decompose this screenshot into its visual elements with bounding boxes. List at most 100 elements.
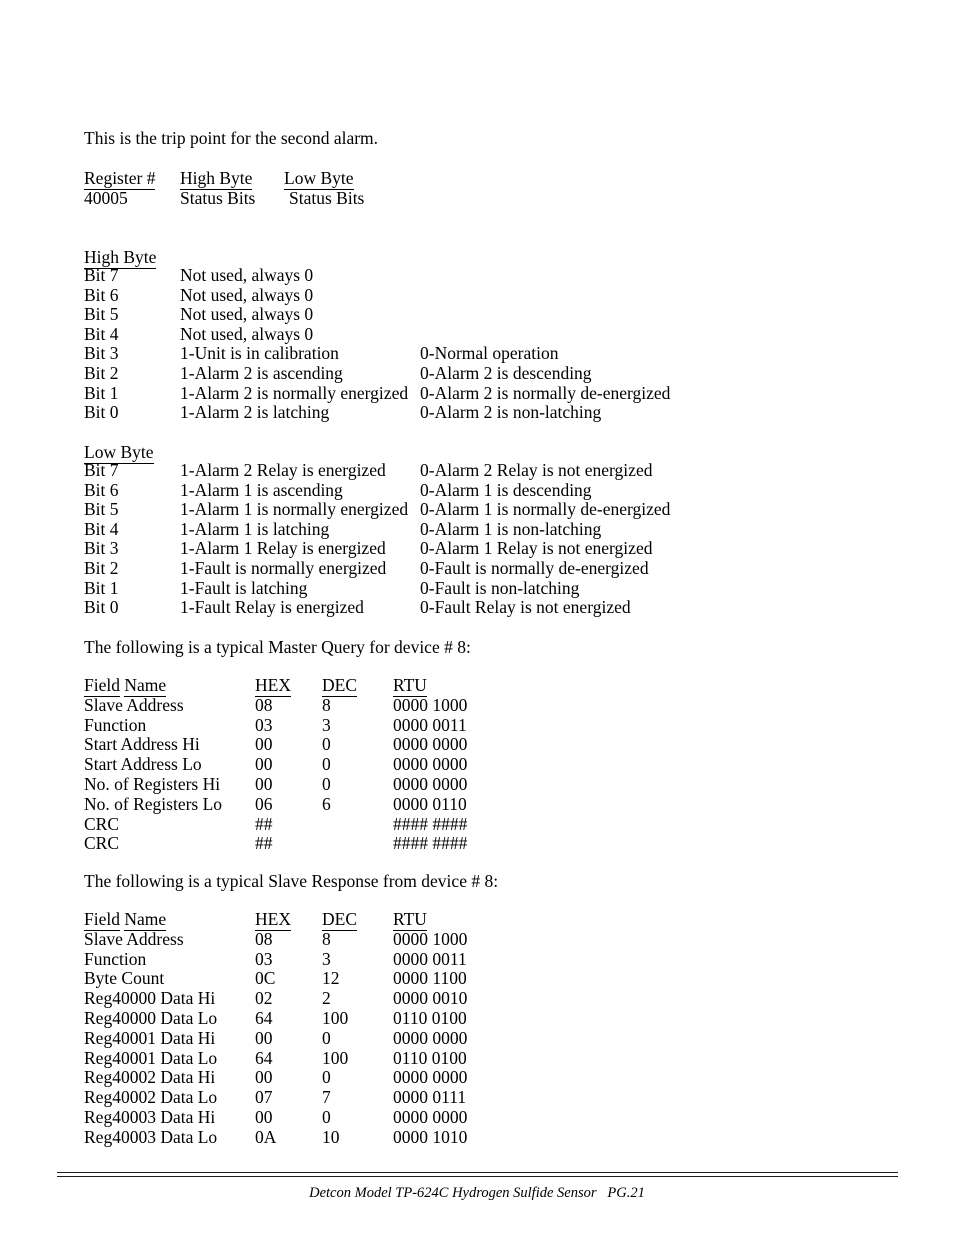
bit-label: Bit 6 [84, 284, 119, 305]
field-name-cell: Slave Address [84, 694, 184, 715]
hex-cell: 0C [255, 968, 276, 989]
hex-cell: 03 [255, 948, 273, 969]
document-page: This is the trip point for the second al… [0, 0, 954, 1235]
hex-cell: 00 [255, 1027, 273, 1048]
bit-one-description: 1-Alarm 2 Relay is energized [180, 460, 386, 480]
bit-zero-description: 0-Fault Relay is not energized [420, 597, 631, 618]
bit-zero-description: 0-Alarm 1 Relay is not energized [420, 538, 653, 559]
rtu-cell: 0110 0100 [393, 1007, 467, 1028]
bit-label: Bit 7 [84, 265, 119, 285]
bit-zero-description: 0-Alarm 2 Relay is not energized [420, 460, 653, 480]
field-name-cell: Start Address Hi [84, 734, 200, 755]
field-name-cell: Reg40001 Data Lo [84, 1047, 218, 1068]
hex-cell: 0A [255, 1126, 277, 1147]
bit-label: Bit 5 [84, 499, 119, 520]
field-name-cell: Reg40000 Data Lo [84, 1007, 218, 1028]
bit-zero-description: 0-Fault is non-latching [420, 577, 580, 598]
footer-divider [57, 1172, 898, 1177]
rtu-cell: 0000 1000 [393, 928, 468, 949]
dec-cell: 3 [322, 948, 331, 969]
hex-cell: 00 [255, 734, 273, 755]
field-name-cell: Reg40003 Data Lo [84, 1126, 218, 1147]
bit-label: Bit 5 [84, 304, 119, 325]
bit-zero-description: 0-Alarm 1 is non-latching [420, 518, 602, 539]
hex-cell: 08 [255, 928, 273, 949]
field-name-cell: Byte Count [84, 968, 165, 989]
field-name-cell: No. of Registers Hi [84, 773, 221, 794]
bit-label: Bit 4 [84, 518, 119, 539]
dec-cell: 100 [322, 1007, 349, 1028]
hex-cell: ## [255, 813, 273, 834]
field-name-cell: Reg40000 Data Hi [84, 988, 216, 1009]
rtu-cell: 0000 1010 [393, 1126, 468, 1147]
high-byte-header-cell: High Byte [180, 168, 253, 190]
dec-cell: 0 [322, 1027, 331, 1048]
bit-one-description: Not used, always 0 [180, 304, 314, 325]
field-name-cell: CRC [84, 813, 120, 834]
hex-header: HEX [255, 675, 291, 697]
hex-cell: 00 [255, 773, 273, 794]
dec-cell: 0 [322, 773, 331, 794]
bit-one-description: 1-Unit is in calibration [180, 343, 339, 364]
bit-label: Bit 4 [84, 323, 119, 344]
rtu-cell: #### #### [393, 813, 468, 834]
hex-cell: 00 [255, 1067, 273, 1088]
field-name-cell: Reg40002 Data Hi [84, 1067, 216, 1088]
rtu-cell: 0000 0011 [393, 714, 467, 735]
rtu-cell: 0000 1100 [393, 968, 467, 989]
bit-zero-description: 0-Alarm 2 is normally de-energized [420, 382, 671, 403]
field-name-cell: Function [84, 714, 147, 735]
high-byte-section-heading: High Byte [84, 247, 157, 269]
dec-cell: 100 [322, 1047, 349, 1068]
rtu-cell: 0000 0000 [393, 754, 468, 775]
hex-cell: 00 [255, 1106, 273, 1127]
bit-one-description: 1-Fault is latching [180, 577, 308, 598]
dec-cell: 2 [322, 988, 331, 1009]
bit-label: Bit 0 [84, 402, 119, 423]
rtu-cell: 0000 0000 [393, 1027, 468, 1048]
hex-cell: 64 [255, 1047, 273, 1068]
field-name-header: Field Name [84, 675, 167, 697]
bit-one-description: 1-Alarm 1 is latching [180, 518, 330, 539]
hex-cell: 07 [255, 1087, 273, 1108]
hex-cell: 08 [255, 694, 273, 715]
rtu-cell: 0000 0011 [393, 948, 467, 969]
high-byte-value-cell: Status Bits [180, 188, 256, 208]
field-name-cell: Slave Address [84, 928, 184, 949]
bit-one-description: 1-Alarm 2 is ascending [180, 362, 343, 383]
bit-one-description: 1-Alarm 2 is normally energized [180, 382, 409, 403]
dec-cell: 8 [322, 928, 331, 949]
rtu-cell: 0000 0000 [393, 773, 468, 794]
dec-cell: 3 [322, 714, 331, 735]
bit-one-description: Not used, always 0 [180, 265, 314, 285]
hex-cell: 00 [255, 754, 273, 775]
dec-cell: 0 [322, 754, 331, 775]
footer-caption: Detcon Model TP-624C Hydrogen Sulfide Se… [309, 1185, 645, 1201]
dec-cell: 7 [322, 1087, 331, 1108]
rtu-cell: 0000 0111 [393, 1087, 467, 1108]
field-name-header: Field Name [84, 909, 167, 931]
hex-cell: 03 [255, 714, 273, 735]
field-name-cell: Start Address Lo [84, 754, 202, 775]
bit-zero-description: 0-Alarm 1 is descending [420, 479, 592, 500]
rtu-cell: 0000 0000 [393, 734, 468, 755]
bit-label: Bit 2 [84, 557, 119, 578]
bit-zero-description: 0-Alarm 2 is descending [420, 362, 592, 383]
low-byte-value-cell: Status Bits [289, 188, 365, 208]
field-name-cell: CRC [84, 833, 120, 854]
dec-cell: 0 [322, 734, 331, 755]
low-byte-section-heading: Low Byte [84, 442, 154, 464]
hex-cell: 02 [255, 988, 273, 1009]
bit-label: Bit 1 [84, 382, 119, 403]
low-byte-header-cell: Low Byte [284, 168, 354, 190]
dec-cell: 10 [322, 1126, 340, 1147]
field-name-cell: Reg40001 Data Hi [84, 1027, 216, 1048]
dec-header: DEC [322, 909, 357, 931]
bit-one-description: 1-Alarm 2 is latching [180, 402, 330, 423]
field-name-cell: No. of Registers Lo [84, 793, 223, 814]
hex-cell: 64 [255, 1007, 273, 1028]
master-query-paragraph: The following is a typical Master Query … [84, 637, 471, 657]
rtu-cell: 0000 0010 [393, 988, 468, 1009]
bit-zero-description: 0-Normal operation [420, 343, 559, 364]
rtu-header: RTU [393, 675, 427, 697]
